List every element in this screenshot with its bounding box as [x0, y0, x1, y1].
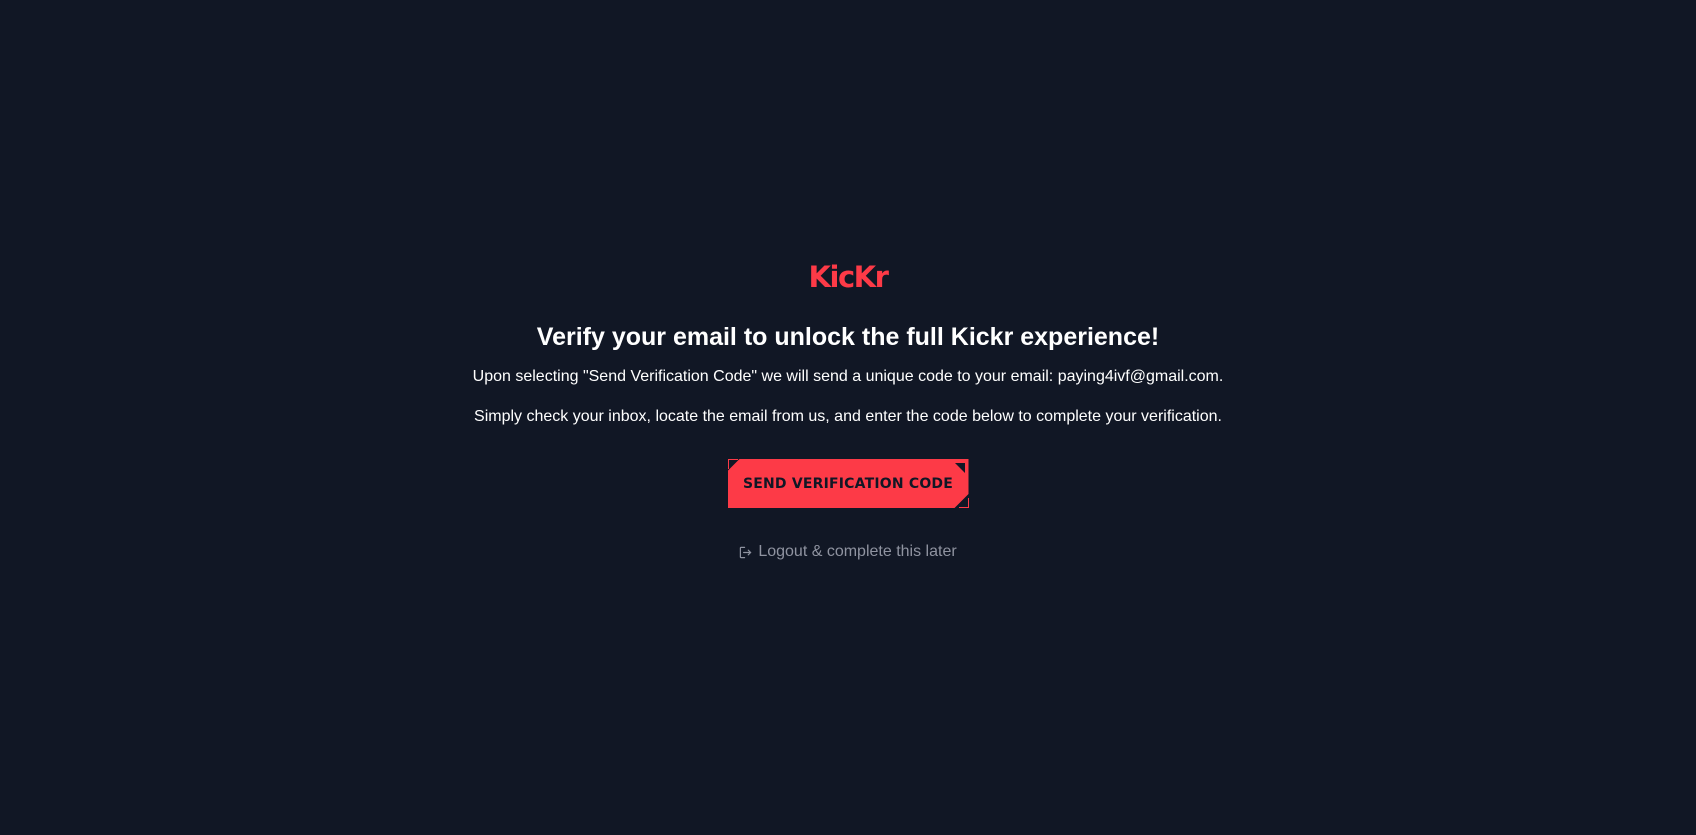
verification-instructions: Simply check your inbox, locate the emai…	[474, 408, 1222, 425]
logout-icon	[740, 546, 752, 558]
verification-description: Upon selecting "Send Verification Code" …	[472, 368, 1224, 385]
send-verification-button-wrapper: SEND VERIFICATION CODE	[727, 459, 969, 508]
send-verification-code-label: SEND VERIFICATION CODE	[742, 475, 954, 492]
logout-label: Logout & complete this later	[758, 543, 957, 560]
page-title: Verify your email to unlock the full Kic…	[536, 323, 1160, 351]
verify-email-panel: KicKr Verify your email to unlock the fu…	[0, 262, 1696, 563]
logout-link[interactable]: Logout & complete this later	[739, 541, 957, 563]
send-verification-code-button[interactable]: SEND VERIFICATION CODE	[728, 459, 969, 508]
kickr-logo: KicKr	[808, 260, 889, 294]
logo-text: KicKr	[808, 260, 889, 294]
